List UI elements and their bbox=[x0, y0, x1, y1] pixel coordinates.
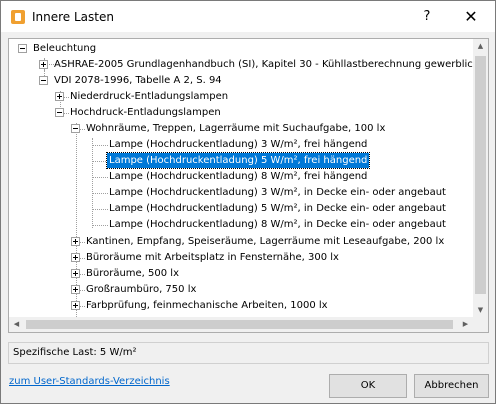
status-text: Spezifische Last: 5 W/m² bbox=[13, 347, 137, 358]
tree-node-label: Niederdruck-Entladungslampen bbox=[70, 91, 229, 102]
tree-content: Beleuchtung ASHRAE-2005 Grundlagenhandbu… bbox=[9, 39, 473, 317]
tree-node-label: Beleuchtung bbox=[33, 43, 97, 54]
expand-icon[interactable] bbox=[71, 285, 80, 294]
scroll-left-icon[interactable]: ◀ bbox=[9, 317, 24, 332]
expand-icon[interactable] bbox=[39, 60, 48, 69]
tree-node-label: VDI 2078-1996, Tabelle A 2, S. 94 bbox=[54, 75, 222, 86]
horizontal-scroll-thumb[interactable] bbox=[26, 320, 453, 329]
cancel-button[interactable]: Abbrechen bbox=[414, 374, 489, 398]
collapse-icon[interactable] bbox=[55, 108, 64, 117]
tree-node-label: Büroräume mit Arbeitsplatz in Fensternäh… bbox=[86, 252, 339, 263]
tree-node-label: Lampe (Hochdruckentladung) 3 W/m², frei … bbox=[109, 139, 368, 150]
scroll-down-icon[interactable]: ▼ bbox=[473, 303, 488, 317]
user-standards-link[interactable]: zum User-Standards-Verzeichnis bbox=[9, 376, 170, 387]
help-button[interactable]: ? bbox=[409, 5, 445, 29]
tree-node-label: Lampe (Hochdruckentladung) 8 W/m², frei … bbox=[109, 171, 368, 182]
vertical-scroll-thumb[interactable] bbox=[475, 56, 486, 294]
tree-node-label: ASHRAE-2005 Grundlagenhandbuch (SI), Kap… bbox=[54, 59, 473, 70]
status-field: Spezifische Last: 5 W/m² bbox=[8, 342, 489, 364]
tree-node-label: Lampe (Hochdruckentladung) 8 W/m², in De… bbox=[109, 219, 446, 230]
expand-icon[interactable] bbox=[55, 92, 64, 101]
tree-node-label: Wohnräume, Treppen, Lagerräume mit Sucha… bbox=[86, 123, 386, 134]
horizontal-scrollbar[interactable]: ◀ ▶ bbox=[9, 317, 473, 332]
app-icon bbox=[11, 10, 25, 24]
expand-icon[interactable] bbox=[71, 301, 80, 310]
title-bar: Innere Lasten ? ✕ bbox=[1, 1, 495, 32]
tree-node-label: Büroräume, 500 lx bbox=[86, 268, 179, 279]
tree-node-label: Großraumbüro, 750 lx bbox=[86, 284, 197, 295]
window-title: Innere Lasten bbox=[32, 10, 114, 24]
expand-icon[interactable] bbox=[71, 269, 80, 278]
tree-node-label: Lampe (Hochdruckentladung) 3 W/m², in De… bbox=[109, 187, 446, 198]
collapse-icon[interactable] bbox=[18, 44, 27, 53]
vertical-scrollbar[interactable]: ▲ ▼ bbox=[473, 39, 488, 317]
tree-node-label: Farbprüfung, feinmechanische Arbeiten, 1… bbox=[86, 300, 328, 311]
scroll-up-icon[interactable]: ▲ bbox=[473, 39, 488, 53]
tree-view[interactable]: Beleuchtung ASHRAE-2005 Grundlagenhandbu… bbox=[8, 38, 489, 333]
scroll-right-icon[interactable]: ▶ bbox=[458, 317, 473, 332]
tree-node-label: Lampe (Hochdruckentladung) 5 W/m², in De… bbox=[109, 203, 446, 214]
collapse-icon[interactable] bbox=[39, 76, 48, 85]
collapse-icon[interactable] bbox=[71, 124, 80, 133]
tree-node-label: Kantinen, Empfang, Speiseräume, Lagerräu… bbox=[86, 236, 445, 247]
close-icon[interactable]: ✕ bbox=[453, 5, 489, 29]
expand-icon[interactable] bbox=[71, 253, 80, 262]
dialog-window: Innere Lasten ? ✕ Beleuchtung ASHRAE-200… bbox=[0, 0, 496, 404]
scrollbar-corner bbox=[473, 317, 488, 332]
tree-node-label: Hochdruck-Entladungslampen bbox=[70, 107, 221, 118]
ok-button[interactable]: OK bbox=[329, 374, 407, 398]
expand-icon[interactable] bbox=[71, 237, 80, 246]
tree-node-label-selected: Lampe (Hochdruckentladung) 5 W/m², frei … bbox=[105, 152, 371, 169]
